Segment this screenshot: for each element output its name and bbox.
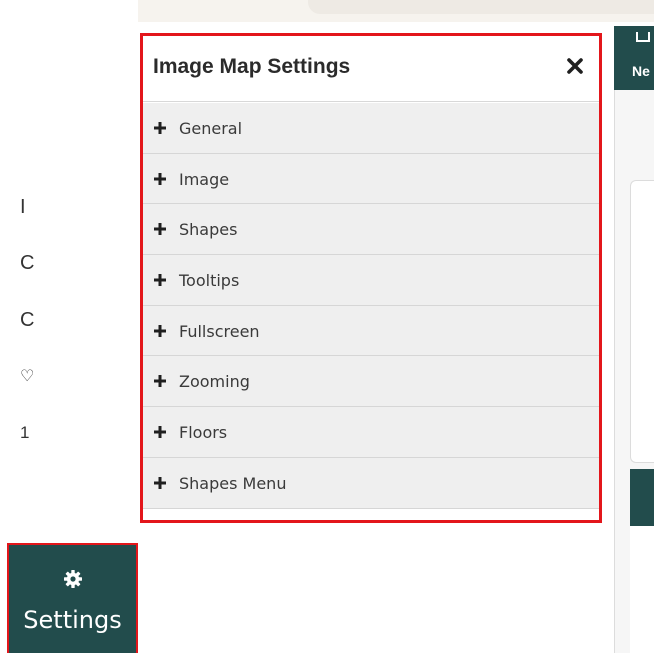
right-lower-card xyxy=(630,526,654,653)
section-label: Image xyxy=(179,169,230,189)
page: Ne I C C ♡ 1 ( C Image Map Settings Gene… xyxy=(0,0,654,653)
gear-icon xyxy=(64,570,82,588)
panel-title: Image Map Settings xyxy=(153,55,351,78)
section-label: Tooltips xyxy=(179,271,240,291)
section-shapes[interactable]: Shapes xyxy=(143,204,599,256)
section-image[interactable]: Image xyxy=(143,153,599,205)
image-map-settings-panel: Image Map Settings General Image Shapes xyxy=(140,33,602,523)
close-icon xyxy=(567,58,583,74)
section-zooming[interactable]: Zooming xyxy=(143,356,599,408)
section-fullscreen[interactable]: Fullscreen xyxy=(143,305,599,357)
plus-icon xyxy=(154,223,166,236)
settings-sections: General Image Shapes Tooltips Fullscreen… xyxy=(143,103,599,509)
top-search-pill xyxy=(308,0,654,14)
section-label: Floors xyxy=(179,423,228,443)
settings-button[interactable]: Settings xyxy=(7,543,138,653)
section-label: Shapes Menu xyxy=(179,473,287,493)
section-general[interactable]: General xyxy=(143,103,599,154)
section-tooltips[interactable]: Tooltips xyxy=(143,255,599,306)
new-icon xyxy=(636,32,650,42)
plus-icon xyxy=(154,476,166,489)
plus-icon xyxy=(154,274,166,287)
section-label: Fullscreen xyxy=(179,321,260,341)
close-button[interactable] xyxy=(565,56,585,76)
right-card-text: ♡ xyxy=(20,368,35,385)
right-card-text: C xyxy=(20,309,35,331)
right-card xyxy=(630,180,654,463)
section-floors[interactable]: Floors xyxy=(143,407,599,458)
settings-button-label: Settings xyxy=(23,606,122,634)
top-strip xyxy=(138,0,654,22)
section-shapes-menu[interactable]: Shapes Menu xyxy=(143,457,599,509)
plus-icon xyxy=(154,324,166,337)
right-card-text: C xyxy=(20,252,35,274)
right-card-text: I xyxy=(20,196,26,218)
new-button[interactable]: Ne xyxy=(614,26,654,90)
panel-header: Image Map Settings xyxy=(143,36,599,102)
plus-icon xyxy=(154,375,166,388)
plus-icon xyxy=(154,122,166,134)
section-label: General xyxy=(179,119,243,138)
section-label: Zooming xyxy=(179,372,250,392)
plus-icon xyxy=(154,172,166,185)
new-button-label: Ne xyxy=(632,63,650,79)
plus-icon xyxy=(154,426,166,439)
right-dark-bar[interactable] xyxy=(630,469,654,526)
right-card-text: 1 xyxy=(20,423,30,442)
section-label: Shapes xyxy=(179,220,238,240)
